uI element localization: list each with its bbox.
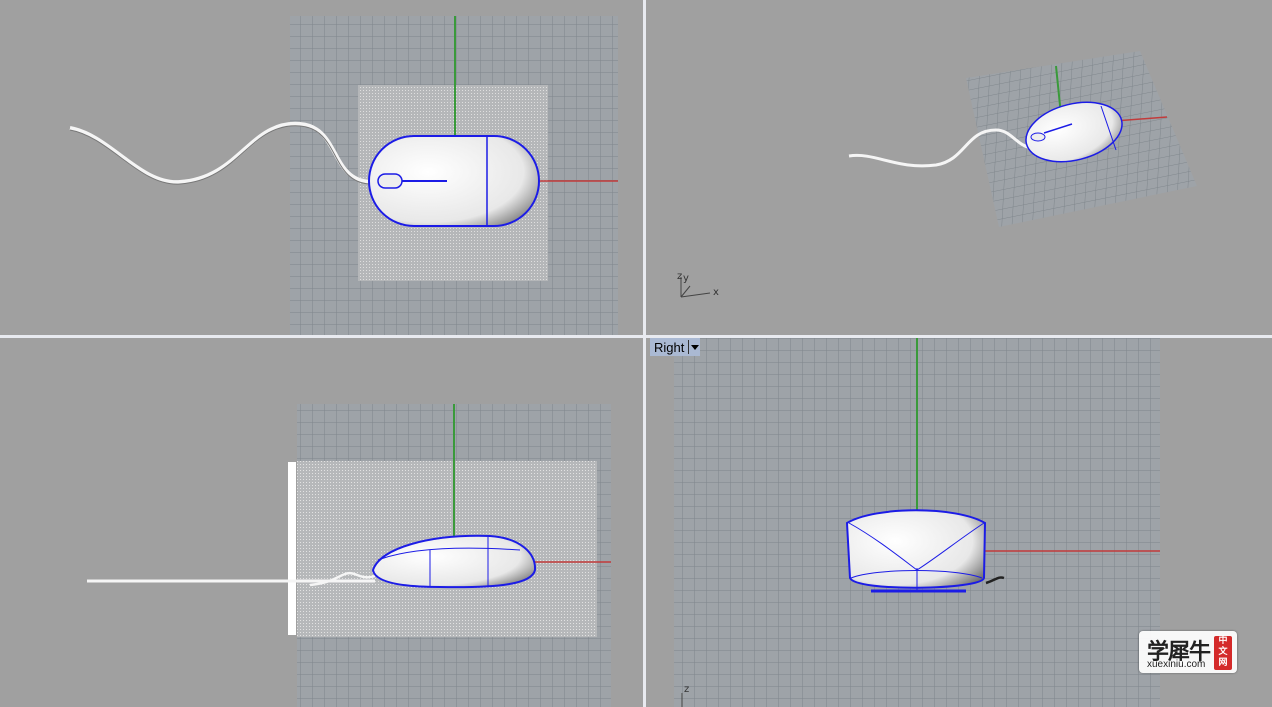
gizmo-x-label: x: [713, 287, 719, 298]
viewport-perspective[interactable]: x y z: [646, 0, 1272, 335]
front-view-canvas[interactable]: [0, 338, 643, 707]
viewport-splitter-vertical[interactable]: [643, 0, 646, 707]
front-image-edge: [288, 462, 296, 635]
right-gizmo-z-label: z: [684, 684, 689, 695]
persp-scroll-wheel: [1030, 132, 1046, 142]
gizmo-z-label: z: [677, 271, 682, 282]
scroll-wheel: [377, 173, 403, 189]
viewport-title-right[interactable]: Right: [654, 340, 684, 355]
viewport-top[interactable]: [0, 0, 643, 335]
viewport-menu-dropdown-icon[interactable]: [688, 340, 700, 354]
perspective-view-canvas[interactable]: x y z: [646, 0, 1272, 335]
axis-gizmo: x y z: [677, 271, 719, 298]
rhino-workspace: x y z z Right 学犀牛 中 文 网 xuexiniu.com: [0, 0, 1272, 707]
watermark-seal: 中文网: [1214, 636, 1232, 670]
watermark-logo: 学犀牛 中文网 xuexiniu.com: [1139, 631, 1237, 673]
gizmo-y-label: y: [683, 273, 689, 284]
top-view-canvas[interactable]: [0, 0, 643, 335]
viewport-title-tab-right[interactable]: Right: [650, 338, 701, 356]
right-mouse-body: [845, 509, 987, 589]
viewport-front[interactable]: [0, 338, 643, 707]
watermark-url: xuexiniu.com: [1147, 659, 1206, 670]
viewport-splitter-horizontal[interactable]: [0, 335, 1272, 338]
